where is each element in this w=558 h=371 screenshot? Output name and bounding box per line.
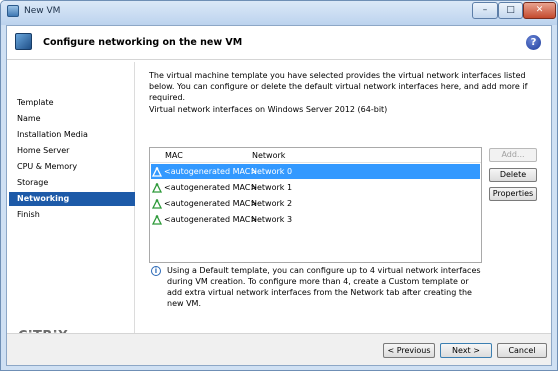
interface-mac: <autogenerated MAC> — [164, 199, 258, 208]
cancel-button[interactable]: Cancel — [497, 343, 547, 358]
network-interface-icon — [152, 183, 162, 193]
network-interface-icon — [152, 199, 162, 209]
wizard-footer: < Previous Next > Cancel — [7, 333, 551, 365]
wizard-header: Configure networking on the new VM ? — [7, 26, 551, 60]
sidebar-item-finish[interactable]: Finish — [9, 208, 135, 222]
interface-row[interactable]: <autogenerated MAC> Network 3 — [151, 212, 480, 227]
interface-row[interactable]: <autogenerated MAC> Network 1 — [151, 180, 480, 195]
sidebar-item-name[interactable]: Name — [9, 112, 135, 126]
minimize-button[interactable]: – — [472, 2, 498, 19]
interfaces-list-label: Virtual network interfaces on Windows Se… — [149, 105, 388, 114]
sidebar-item-storage[interactable]: Storage — [9, 176, 135, 190]
interface-mac: <autogenerated MAC> — [164, 215, 258, 224]
maximize-button[interactable]: □ — [498, 2, 523, 19]
network-interfaces-list[interactable]: MAC Network <autogenerated MAC> Network … — [149, 147, 482, 263]
interface-network: Network 0 — [251, 167, 293, 176]
interface-network: Network 2 — [251, 199, 293, 208]
properties-button[interactable]: Properties — [489, 187, 537, 201]
help-icon[interactable]: ? — [526, 35, 541, 50]
interface-network: Network 1 — [251, 183, 293, 192]
close-button[interactable]: ✕ — [523, 2, 556, 19]
info-text: Using a Default template, you can config… — [167, 266, 481, 308]
interface-row[interactable]: <autogenerated MAC> Network 0 — [151, 164, 480, 179]
title-bar[interactable]: New VM – □ ✕ — [1, 1, 557, 25]
wizard-steps-sidebar: Template Name Installation Media Home Se… — [9, 62, 135, 353]
sidebar-item-home-server[interactable]: Home Server — [9, 144, 135, 158]
vm-app-icon — [7, 5, 19, 17]
column-header-mac[interactable]: MAC — [165, 151, 183, 160]
interface-mac: <autogenerated MAC> — [164, 167, 258, 176]
previous-button[interactable]: < Previous — [383, 343, 435, 358]
network-interface-icon — [152, 167, 162, 177]
intro-text: The virtual machine template you have se… — [149, 71, 528, 102]
info-icon: i — [151, 266, 161, 276]
networking-page: The virtual machine template you have se… — [137, 62, 551, 353]
new-vm-window: New VM – □ ✕ Configure networking on the… — [0, 0, 558, 371]
list-header: MAC Network — [150, 148, 481, 163]
interface-mac: <autogenerated MAC> — [164, 183, 258, 192]
next-button[interactable]: Next > — [440, 343, 492, 358]
interface-row[interactable]: <autogenerated MAC> Network 2 — [151, 196, 480, 211]
window-title: New VM — [24, 6, 61, 16]
sidebar-item-networking[interactable]: Networking — [9, 192, 135, 206]
column-header-network[interactable]: Network — [252, 151, 285, 160]
sidebar-item-cpu-memory[interactable]: CPU & Memory — [9, 160, 135, 174]
wizard-page-icon — [15, 33, 32, 50]
sidebar-item-installation-media[interactable]: Installation Media — [9, 128, 135, 142]
sidebar-item-template[interactable]: Template — [9, 96, 135, 110]
delete-button[interactable]: Delete — [489, 168, 537, 182]
wizard-client-area: Configure networking on the new VM ? Tem… — [6, 25, 552, 366]
interface-network: Network 3 — [251, 215, 293, 224]
network-interface-icon — [152, 215, 162, 225]
add-button[interactable]: Add... — [489, 148, 537, 162]
page-title: Configure networking on the new VM — [43, 37, 243, 48]
